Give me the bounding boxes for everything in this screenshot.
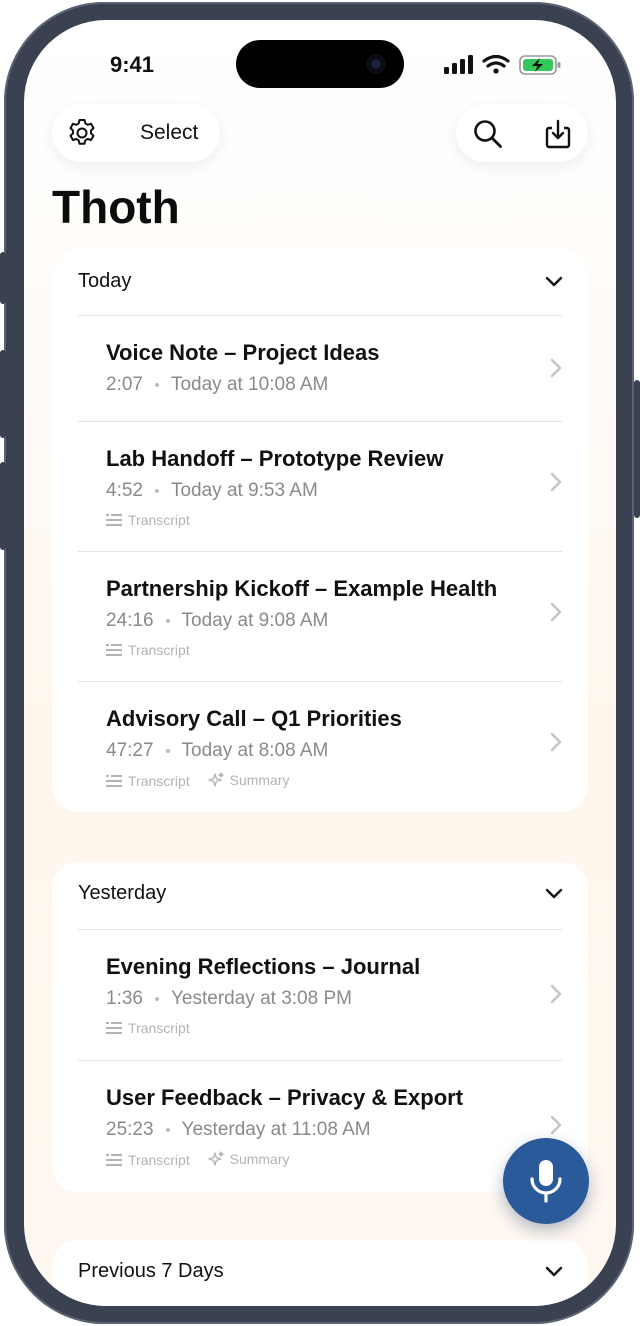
item-date: Yesterday at 11:08 AM xyxy=(181,1119,371,1140)
list-item[interactable]: Evening Reflections – Journal 1:36 Yester… xyxy=(52,930,588,1060)
toolbar-left: Select xyxy=(52,104,220,162)
item-meta: 4:52 Today at 9:53 AM xyxy=(106,480,318,502)
summary-tag: Summary xyxy=(207,772,290,788)
item-date: Today at 10:08 AM xyxy=(170,374,329,395)
chevron-right-icon xyxy=(550,602,562,627)
item-title: Lab Handoff – Prototype Review xyxy=(106,446,444,471)
volume-down-button xyxy=(0,462,6,550)
chevron-down-icon[interactable] xyxy=(544,884,564,909)
list-item[interactable]: Partnership Kickoff – Example Health 24:… xyxy=(52,552,588,682)
item-tags: Transcript xyxy=(106,1020,204,1038)
chevron-right-icon xyxy=(550,358,562,383)
action-button xyxy=(0,252,6,304)
item-duration: 2:07 xyxy=(106,374,143,395)
item-date: Today at 9:53 AM xyxy=(170,480,318,501)
item-tags: Transcript Summary xyxy=(106,1151,304,1170)
section-header-label: Today xyxy=(78,270,132,292)
transcript-tag: Transcript xyxy=(106,773,190,789)
chevron-down-icon[interactable] xyxy=(544,272,564,297)
status-icons xyxy=(442,54,562,81)
item-tags: Transcript Summary xyxy=(106,772,304,791)
list-item[interactable]: Advisory Call – Q1 Priorities 47:27 Today… xyxy=(52,682,588,812)
transcript-tag: Transcript xyxy=(106,1020,190,1036)
chevron-down-icon[interactable] xyxy=(544,1262,564,1287)
select-button[interactable]: Select xyxy=(140,121,198,145)
search-icon[interactable] xyxy=(472,118,504,150)
item-title: Voice Note – Project Ideas xyxy=(106,340,380,365)
record-button[interactable] xyxy=(503,1138,589,1224)
item-duration: 25:23 xyxy=(106,1119,154,1140)
transcript-icon xyxy=(106,514,122,526)
signal-icon xyxy=(444,55,473,74)
volume-up-button xyxy=(0,350,6,438)
power-button xyxy=(634,380,640,518)
item-meta: 47:27 Today at 8:08 AM xyxy=(106,740,328,762)
item-duration: 47:27 xyxy=(106,740,154,761)
transcript-tag: Transcript xyxy=(106,1152,190,1168)
list-item[interactable]: Lab Handoff – Prototype Review 4:52 Today… xyxy=(52,422,588,552)
status-bar: 9:41 xyxy=(24,20,616,110)
chevron-right-icon xyxy=(550,984,562,1009)
transcript-icon xyxy=(106,1022,122,1034)
item-duration: 24:16 xyxy=(106,610,154,631)
item-tags: Transcript xyxy=(106,512,204,530)
battery-icon xyxy=(519,55,561,75)
item-duration: 1:36 xyxy=(106,988,143,1009)
status-time: 9:41 xyxy=(110,52,155,77)
toolbar-right xyxy=(456,104,588,162)
transcript-icon xyxy=(106,1154,122,1166)
sparkles-icon xyxy=(207,772,224,787)
camera-icon xyxy=(366,54,386,74)
item-duration: 4:52 xyxy=(106,480,143,501)
transcript-tag: Transcript xyxy=(106,512,190,528)
list-item[interactable]: Voice Note – Project Ideas 2:07 Today at … xyxy=(52,316,588,420)
sparkles-icon xyxy=(207,1151,224,1166)
import-icon[interactable] xyxy=(542,118,574,150)
section-header-label: Previous 7 Days xyxy=(78,1260,224,1282)
item-date: Today at 8:08 AM xyxy=(181,740,329,761)
microphone-icon xyxy=(530,1160,562,1203)
chevron-right-icon xyxy=(550,472,562,497)
item-date: Today at 9:08 AM xyxy=(181,610,329,631)
item-date: Yesterday at 3:08 PM xyxy=(170,988,352,1009)
transcript-icon xyxy=(106,775,122,787)
transcript-icon xyxy=(106,644,122,656)
item-meta: 25:23 Yesterday at 11:08 AM xyxy=(106,1119,371,1141)
section-card-today: Today Voice Note – Project Ideas 2:07 Tod… xyxy=(52,250,588,812)
item-meta: 1:36 Yesterday at 3:08 PM xyxy=(106,988,352,1010)
dynamic-island xyxy=(236,40,404,88)
item-meta: 2:07 Today at 10:08 AM xyxy=(106,374,328,396)
app-screen: 9:41 Select Thoth Today Voice Note – Pro… xyxy=(24,20,616,1306)
summary-tag: Summary xyxy=(207,1151,290,1167)
item-title: Advisory Call – Q1 Priorities xyxy=(106,706,402,731)
page-title: Thoth xyxy=(52,181,180,233)
section-header-label: Yesterday xyxy=(78,882,167,904)
wifi-icon xyxy=(482,54,510,68)
item-tags: Transcript xyxy=(106,642,204,660)
item-title: Partnership Kickoff – Example Health xyxy=(106,576,498,601)
item-title: Evening Reflections – Journal xyxy=(106,954,421,979)
item-title: User Feedback – Privacy & Export xyxy=(106,1085,464,1110)
section-card-previous-7-days: Previous 7 Days xyxy=(52,1240,588,1306)
chevron-right-icon xyxy=(550,1115,562,1140)
item-meta: 24:16 Today at 9:08 AM xyxy=(106,610,328,632)
gear-icon[interactable] xyxy=(66,117,98,149)
chevron-right-icon xyxy=(550,732,562,757)
transcript-tag: Transcript xyxy=(106,642,190,658)
